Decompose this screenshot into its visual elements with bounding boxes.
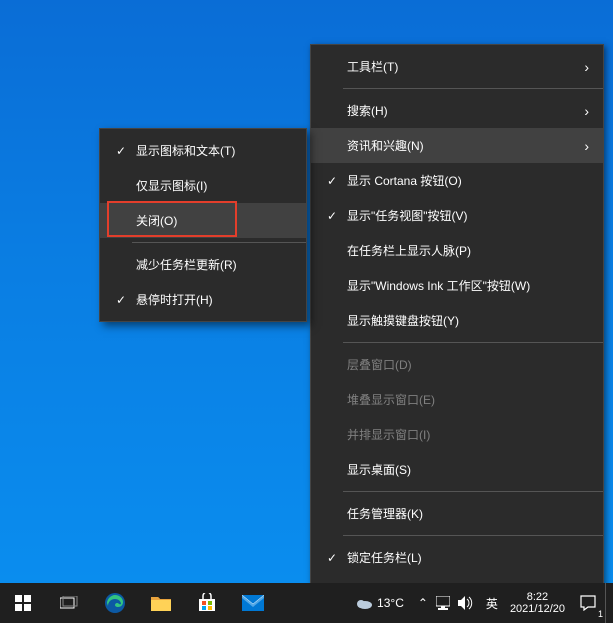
- taskbar-clock[interactable]: 8:22 2021/12/20: [504, 583, 571, 623]
- mainmenu-item-label: 并排显示窗口(I): [343, 426, 575, 443]
- submenu-item-4[interactable]: 减少任务栏更新(R): [100, 247, 306, 282]
- mainmenu-item-4[interactable]: 显示 Cortana 按钮(O): [311, 163, 603, 198]
- check-icon: [110, 144, 132, 158]
- taskbar-weather[interactable]: 13°C: [347, 583, 412, 623]
- taskbar: 13°C 英 8:22 2021/12/20 1: [0, 583, 613, 623]
- taskbar-left-group: [0, 583, 276, 623]
- mainmenu-item-10: 层叠窗口(D): [311, 347, 603, 382]
- store-icon: [197, 593, 217, 613]
- mainmenu-item-label: 层叠窗口(D): [343, 356, 575, 373]
- edge-icon: [104, 592, 126, 614]
- mainmenu-item-5[interactable]: 显示"任务视图"按钮(V): [311, 198, 603, 233]
- mainmenu-item-label: 显示"任务视图"按钮(V): [343, 207, 575, 224]
- taskview-icon: [60, 596, 78, 610]
- system-tray[interactable]: [412, 583, 480, 623]
- submenu-item-label: 仅显示图标(I): [132, 177, 278, 194]
- mainmenu-item-2[interactable]: 搜索(H): [311, 93, 603, 128]
- mainmenu-divider: [343, 342, 603, 343]
- taskbar-app-store[interactable]: [184, 583, 230, 623]
- mainmenu-item-3[interactable]: 资讯和兴趣(N): [311, 128, 603, 163]
- mainmenu-item-label: 在任务栏上显示人脉(P): [343, 242, 575, 259]
- notification-icon: [580, 595, 596, 611]
- mainmenu-divider: [343, 491, 603, 492]
- taskbar-app-mail[interactable]: [230, 583, 276, 623]
- check-icon: [321, 174, 343, 188]
- mainmenu-item-13[interactable]: 显示桌面(S): [311, 452, 603, 487]
- mainmenu-item-label: 锁定任务栏(L): [343, 549, 575, 566]
- check-icon: [321, 551, 343, 565]
- mainmenu-item-17[interactable]: 锁定任务栏(L): [311, 540, 603, 575]
- mainmenu-item-11: 堆叠显示窗口(E): [311, 382, 603, 417]
- chevron-right-icon: [575, 138, 589, 154]
- mainmenu-item-label: 工具栏(T): [343, 58, 575, 75]
- folder-icon: [151, 595, 171, 611]
- submenu-item-label: 显示图标和文本(T): [132, 142, 278, 159]
- submenu-item-label: 减少任务栏更新(R): [132, 256, 278, 273]
- mainmenu-item-15[interactable]: 任务管理器(K): [311, 496, 603, 531]
- submenu-item-1[interactable]: 仅显示图标(I): [100, 168, 306, 203]
- windows-logo-icon: [15, 595, 31, 611]
- network-icon[interactable]: [436, 596, 450, 610]
- mainmenu-item-12: 并排显示窗口(I): [311, 417, 603, 452]
- notification-badge: 1: [598, 609, 603, 619]
- submenu-item-label: 关闭(O): [132, 212, 278, 229]
- mainmenu-item-6[interactable]: 在任务栏上显示人脉(P): [311, 233, 603, 268]
- mainmenu-item-label: 显示桌面(S): [343, 461, 575, 478]
- action-center-button[interactable]: 1: [571, 583, 605, 623]
- mail-icon: [242, 595, 264, 611]
- taskbar-right-group: 13°C 英 8:22 2021/12/20 1: [347, 583, 613, 623]
- mainmenu-item-label: 堆叠显示窗口(E): [343, 391, 575, 408]
- tray-overflow-icon[interactable]: [418, 596, 428, 610]
- taskview-button[interactable]: [46, 583, 92, 623]
- mainmenu-item-label: 资讯和兴趣(N): [343, 137, 575, 154]
- clock-time: 8:22: [510, 591, 565, 603]
- ime-indicator[interactable]: 英: [480, 583, 504, 623]
- news-interests-submenu: 显示图标和文本(T) 仅显示图标(I) 关闭(O) 减少任务栏更新(R) 悬停时打开(H…: [99, 128, 307, 322]
- submenu-item-label: 悬停时打开(H): [132, 291, 278, 308]
- chevron-right-icon: [575, 59, 589, 75]
- ime-text: 英: [486, 595, 498, 612]
- taskbar-app-explorer[interactable]: [138, 583, 184, 623]
- mainmenu-item-label: 任务管理器(K): [343, 505, 575, 522]
- mainmenu-item-label: 搜索(H): [343, 102, 575, 119]
- submenu-item-2[interactable]: 关闭(O): [100, 203, 306, 238]
- mainmenu-divider: [343, 88, 603, 89]
- mainmenu-item-0[interactable]: 工具栏(T): [311, 49, 603, 84]
- check-icon: [321, 209, 343, 223]
- taskbar-context-menu: 工具栏(T) 搜索(H) 资讯和兴趣(N) 显示 Cortana 按钮(O) 显示"任务…: [310, 44, 604, 615]
- mainmenu-item-7[interactable]: 显示"Windows Ink 工作区"按钮(W): [311, 268, 603, 303]
- submenu-divider: [132, 242, 306, 243]
- volume-icon[interactable]: [458, 596, 474, 610]
- mainmenu-item-label: 显示"Windows Ink 工作区"按钮(W): [343, 277, 575, 294]
- mainmenu-item-label: 显示 Cortana 按钮(O): [343, 172, 575, 189]
- mainmenu-item-label: 显示触摸键盘按钮(Y): [343, 312, 575, 329]
- submenu-item-5[interactable]: 悬停时打开(H): [100, 282, 306, 317]
- chevron-right-icon: [575, 103, 589, 119]
- show-desktop-button[interactable]: [605, 583, 611, 623]
- start-button[interactable]: [0, 583, 46, 623]
- submenu-item-0[interactable]: 显示图标和文本(T): [100, 133, 306, 168]
- clock-date: 2021/12/20: [510, 603, 565, 615]
- weather-cloud-icon: [355, 596, 373, 610]
- check-icon: [110, 293, 132, 307]
- weather-temp-text: 13°C: [377, 596, 404, 610]
- taskbar-app-edge[interactable]: [92, 583, 138, 623]
- mainmenu-divider: [343, 535, 603, 536]
- mainmenu-item-8[interactable]: 显示触摸键盘按钮(Y): [311, 303, 603, 338]
